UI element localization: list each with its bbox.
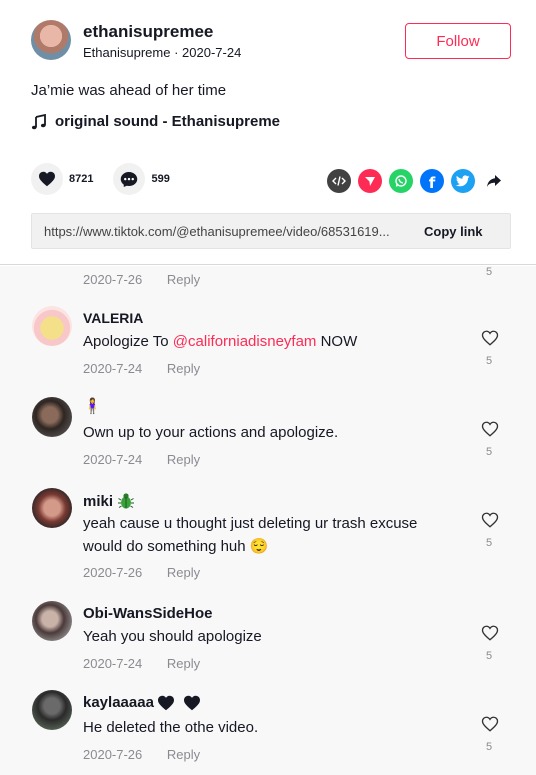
comment-text-part: Apologize To	[83, 333, 173, 350]
heart-outline-icon[interactable]	[481, 329, 499, 347]
commenter-name[interactable]: Obi-WansSideHoe	[83, 605, 212, 622]
comment-count: 599	[151, 173, 170, 185]
commenter-avatar[interactable]	[32, 397, 72, 437]
commenter-name[interactable]: 🧍‍♀️	[83, 397, 102, 415]
reply-button[interactable]: Reply	[167, 361, 200, 376]
sound-title: original sound - Ethanisupreme	[55, 113, 281, 130]
facebook-icon[interactable]: f	[420, 169, 444, 193]
comment-like-count: 5	[486, 741, 493, 753]
commenter-avatar[interactable]	[32, 601, 72, 641]
sound-link[interactable]: original sound - Ethanisupreme	[31, 113, 280, 130]
link-copy-bar: https://www.tiktok.com/@ethanisupremee/v…	[31, 213, 511, 249]
comment-stat[interactable]: 599	[113, 163, 170, 195]
commenter-name-text: miki	[83, 492, 114, 510]
comment-date: 2020-7-26	[83, 565, 143, 580]
black-heart-icon	[157, 695, 174, 710]
comment-meta: 2020-7-24 Reply	[83, 656, 200, 671]
comment-text: Yeah you should apologize	[83, 628, 262, 645]
commenter-avatar[interactable]	[32, 488, 72, 528]
post-header: ethanisupremee Ethanisupreme · 2020-7-24…	[0, 0, 536, 265]
comment-meta: 2020-7-26 Reply	[83, 747, 200, 762]
comment-like-count: 5	[486, 650, 493, 662]
comment-date: 2020-7-24	[83, 656, 143, 671]
comments-list[interactable]: 5 2020-7-26 Reply VALERIA Apologize To @…	[0, 266, 536, 775]
whatsapp-icon[interactable]	[389, 169, 413, 193]
commenter-avatar[interactable]	[32, 690, 72, 730]
black-heart-icon	[183, 695, 200, 710]
reply-button[interactable]: Reply	[167, 272, 200, 287]
commenter-name[interactable]: miki	[83, 492, 135, 510]
post-date: 2020-7-24	[182, 45, 242, 60]
comment-meta: 2020-7-26 Reply	[83, 565, 200, 580]
embed-icon[interactable]	[327, 169, 351, 193]
reply-button[interactable]: Reply	[167, 565, 200, 580]
comment-date: 2020-7-26	[83, 272, 143, 287]
video-link[interactable]: https://www.tiktok.com/@ethanisupremee/v…	[32, 224, 412, 239]
heart-icon[interactable]	[31, 163, 63, 195]
music-note-icon	[31, 113, 46, 129]
comment-meta: 2020-7-24 Reply	[83, 361, 200, 376]
reply-button[interactable]: Reply	[167, 747, 200, 762]
author-avatar[interactable]	[31, 20, 71, 60]
share-arrow-icon[interactable]	[482, 169, 506, 193]
comment-text: Apologize To @californiadisneyfam NOW	[83, 330, 453, 353]
reply-button[interactable]: Reply	[167, 452, 200, 467]
like-count: 8721	[69, 173, 94, 185]
follow-button[interactable]: Follow	[405, 23, 511, 59]
comment-text: yeah cause u thought just deleting ur tr…	[83, 515, 418, 555]
author-username[interactable]: ethanisupremee	[83, 22, 213, 42]
author-display-name: Ethanisupreme	[83, 45, 171, 60]
share-icons: f	[327, 169, 513, 193]
commenter-name-text: kaylaaaaa	[83, 694, 154, 711]
comment-date: 2020-7-26	[83, 747, 143, 762]
reply-button[interactable]: Reply	[167, 656, 200, 671]
comment-like-count: 5	[486, 355, 493, 367]
copy-link-button[interactable]: Copy link	[424, 224, 483, 239]
heart-outline-icon[interactable]	[481, 624, 499, 642]
heart-outline-icon[interactable]	[481, 715, 499, 733]
twitter-icon[interactable]	[451, 169, 475, 193]
comment-like-count: 5	[486, 266, 493, 278]
heart-outline-icon[interactable]	[481, 511, 499, 529]
commenter-name[interactable]: VALERIA	[83, 310, 143, 326]
comment-meta: 2020-7-24 Reply	[83, 452, 200, 467]
mention-link[interactable]: @californiadisneyfam	[173, 333, 317, 350]
comment-icon[interactable]	[113, 163, 146, 195]
heart-outline-icon[interactable]	[481, 420, 499, 438]
standing-person-emoji: 🧍‍♀️	[83, 398, 102, 415]
commenter-name[interactable]: kaylaaaaa	[83, 694, 201, 711]
post-caption: Ja’mie was ahead of her time	[31, 82, 227, 99]
engagement-stats: 8721 599	[31, 163, 190, 195]
separator-dot: ·	[174, 45, 183, 60]
commenter-avatar[interactable]	[32, 306, 72, 346]
comment-date: 2020-7-24	[83, 361, 143, 376]
like-stat[interactable]: 8721	[31, 163, 93, 195]
comment-like-count: 5	[486, 446, 493, 458]
send-icon[interactable]	[358, 169, 382, 193]
comment-meta: 2020-7-26 Reply	[83, 272, 200, 287]
author-subline: Ethanisupreme · 2020-7-24	[83, 45, 241, 60]
beetle-icon	[118, 493, 135, 509]
comment-date: 2020-7-24	[83, 452, 143, 467]
comment-text: He deleted the othe video.	[83, 719, 259, 736]
comment-like-count: 5	[486, 537, 493, 549]
comment-text: Own up to your actions and apologize.	[83, 424, 339, 441]
comment-text-part: NOW	[316, 333, 358, 350]
